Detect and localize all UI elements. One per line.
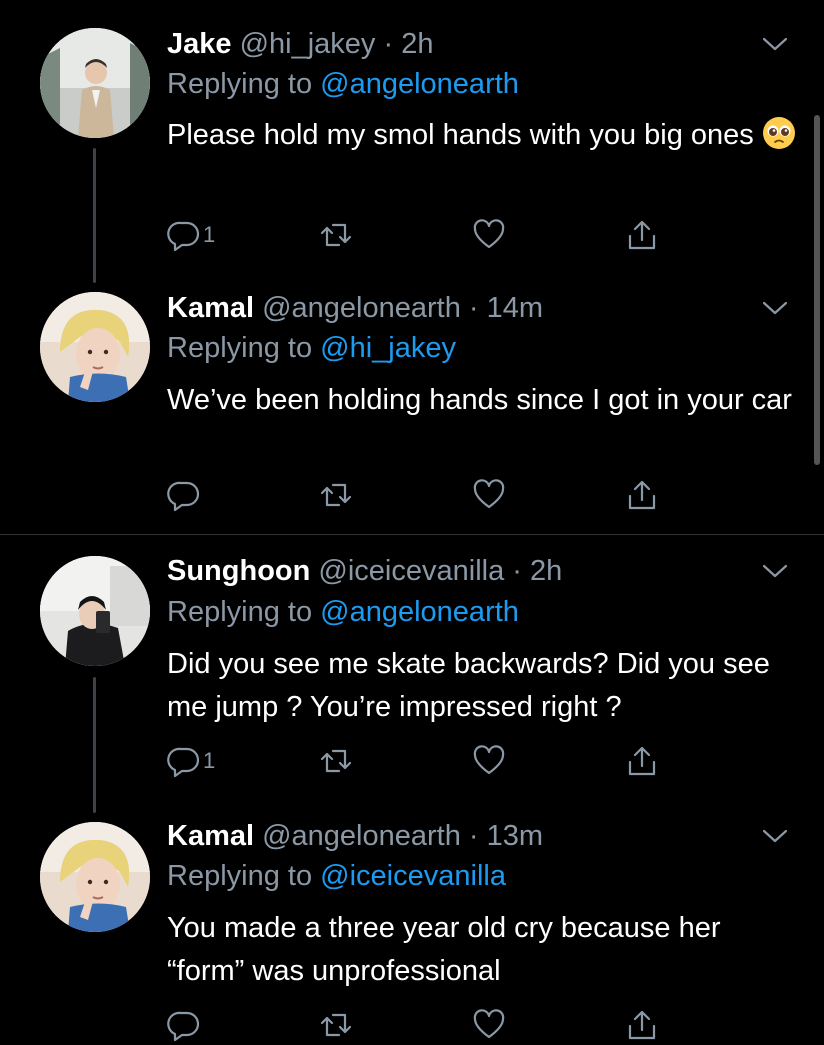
like-button[interactable] [472,215,506,255]
replying-label: Replying to [167,596,313,628]
retweet-button[interactable] [319,1005,353,1045]
share-icon [628,746,656,776]
display-name[interactable]: Kamal [167,820,254,852]
share-button[interactable] [625,475,659,515]
heart-icon [473,745,505,775]
reply-icon [167,747,200,778]
reply-button[interactable] [167,1005,203,1045]
timestamp[interactable]: 2h [530,555,562,587]
mention-link[interactable]: @angelonearth [320,596,519,628]
replying-label: Replying to [167,332,313,364]
replying-label: Replying to [167,860,313,892]
share-button[interactable] [625,215,659,255]
tweet-actions: 1 [167,741,687,781]
reply-button[interactable]: 1 [167,215,215,255]
display-name[interactable]: Jake [167,28,232,60]
tweet-jake[interactable]: Jake @hi_jakey · 2h Replying to @angelon… [0,0,824,283]
like-button[interactable] [472,1005,506,1045]
heart-icon [473,219,505,249]
mention-link[interactable]: @angelonearth [320,68,519,100]
tweet-kamal-1[interactable]: Kamal @angelonearth · 14m Replying to @h… [0,280,824,534]
tweet-text: You made a three year old cry because he… [167,912,721,987]
tweet-header: Jake @hi_jakey · 2h [167,26,433,62]
like-button[interactable] [472,741,506,781]
user-handle[interactable]: @iceicevanilla [318,555,504,587]
reply-count: 1 [203,748,216,773]
retweet-button[interactable] [319,215,353,255]
reply-icon [167,1011,200,1042]
share-icon [628,220,656,250]
user-handle[interactable]: @angelonearth [262,292,461,324]
pleading-face-emoji [762,117,795,149]
reply-icon [167,221,200,252]
share-button[interactable] [625,741,659,781]
separator-dot: · [375,28,402,60]
share-icon [628,480,656,510]
timestamp[interactable]: 2h [401,28,433,60]
like-button[interactable] [472,475,506,515]
heart-icon [473,479,505,509]
separator-dot: · [460,820,487,852]
retweet-button[interactable] [319,475,353,515]
avatar-kamal[interactable] [40,822,150,932]
tweet-header: Kamal @angelonearth · 13m [167,818,543,854]
avatar-kamal[interactable] [40,292,150,402]
replying-to: Replying to @angelonearth [167,594,519,630]
share-button[interactable] [625,1005,659,1045]
reply-count: 1 [203,222,216,247]
mention-link[interactable]: @hi_jakey [320,332,456,364]
replying-label: Replying to [167,68,313,100]
chevron-down-icon[interactable] [762,828,788,844]
retweet-icon [320,1013,352,1037]
tweet-sunghoon[interactable]: Sunghoon @iceicevanilla · 2h Replying to… [0,535,824,813]
reply-icon [167,481,200,512]
chevron-down-icon[interactable] [762,300,788,316]
replying-to: Replying to @iceicevanilla [167,858,506,894]
tweet-text: We’ve been holding hands since I got in … [167,384,792,416]
tweet-actions: 1 [167,215,687,255]
avatar-sunghoon[interactable] [40,556,150,666]
tweet-kamal-2[interactable]: Kamal @angelonearth · 13m Replying to @i… [0,810,824,1042]
heart-icon [473,1009,505,1039]
tweet-actions [167,475,687,515]
timestamp[interactable]: 13m [487,820,543,852]
chevron-down-icon[interactable] [762,563,788,579]
replying-to: Replying to @hi_jakey [167,330,456,366]
tweet-header: Sunghoon @iceicevanilla · 2h [167,553,562,589]
separator-dot: · [460,292,487,324]
share-icon [628,1010,656,1040]
retweet-icon [320,483,352,507]
separator-dot: · [504,555,530,587]
avatar-jake[interactable] [40,28,150,138]
display-name[interactable]: Kamal [167,292,254,324]
user-handle[interactable]: @angelonearth [262,820,461,852]
display-name[interactable]: Sunghoon [167,555,310,587]
tweet-header: Kamal @angelonearth · 14m [167,290,543,326]
tweet-text-content: Please hold my smol hands with you big o… [167,119,754,151]
reply-button[interactable]: 1 [167,741,215,781]
replying-to: Replying to @angelonearth [167,66,519,102]
tweet-text: Did you see me skate backwards? Did you … [167,648,770,723]
retweet-button[interactable] [319,741,353,781]
retweet-icon [320,749,352,773]
timestamp[interactable]: 14m [487,292,543,324]
tweet-text: Please hold my smol hands with you big o… [167,114,797,157]
thread-line [93,677,96,813]
chevron-down-icon[interactable] [762,36,788,52]
retweet-icon [320,223,352,247]
reply-button[interactable] [167,475,203,515]
tweet-actions [167,1005,687,1045]
user-handle[interactable]: @hi_jakey [240,28,376,60]
mention-link[interactable]: @iceicevanilla [320,860,506,892]
thread-line [93,148,96,283]
